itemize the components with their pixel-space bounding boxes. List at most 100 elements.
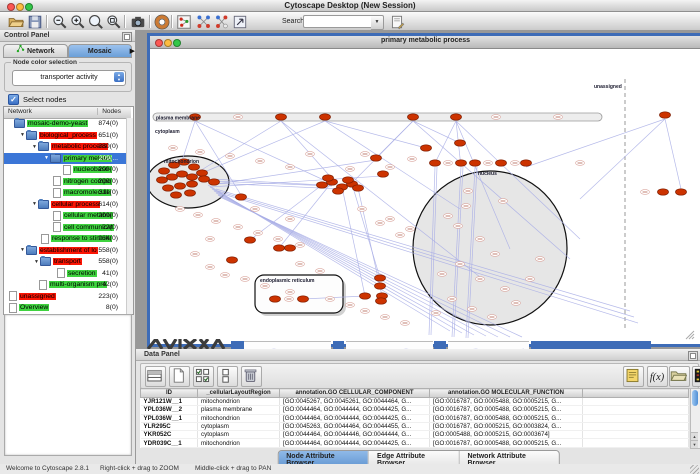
- network-node[interactable]: [175, 183, 186, 189]
- network-node[interactable]: [274, 245, 285, 251]
- network-node[interactable]: [470, 160, 481, 166]
- network-node[interactable]: [408, 114, 419, 120]
- network-node[interactable]: [187, 181, 198, 187]
- tab-network[interactable]: Network: [3, 44, 68, 58]
- expand-arrow-icon[interactable]: ▼: [20, 247, 25, 253]
- zoom-selected-icon[interactable]: [88, 14, 104, 30]
- network-node[interactable]: [333, 188, 344, 194]
- float-panel-icon[interactable]: [688, 351, 698, 361]
- table-scrollbar[interactable]: ▲ ▼: [690, 388, 700, 449]
- table-column-header[interactable]: annotation.GO MOLECULAR_FUNCTION: [430, 389, 583, 398]
- tree-row[interactable]: ▼transport558(0): [4, 256, 126, 268]
- save-session-icon[interactable]: [27, 14, 43, 30]
- select-attributes-icon[interactable]: [193, 366, 214, 387]
- tree-row[interactable]: response to stimulu264(0): [4, 233, 126, 245]
- network-node[interactable]: [317, 182, 328, 188]
- open-session-icon[interactable]: [8, 14, 24, 30]
- expand-arrow-icon[interactable]: ▼: [32, 144, 37, 150]
- table-column-header[interactable]: _cellularLayoutRegion: [198, 389, 280, 398]
- table-row[interactable]: YPL036W__2plasma membrane[GO:0044464, GO…: [141, 406, 689, 414]
- network-node[interactable]: [376, 298, 387, 304]
- tree-column-network[interactable]: Network: [8, 108, 32, 115]
- function-builder-icon[interactable]: f(x): [647, 366, 668, 387]
- search-input[interactable]: [303, 15, 373, 28]
- network-node[interactable]: [298, 296, 309, 302]
- network-node[interactable]: [171, 192, 182, 198]
- network-node[interactable]: [496, 160, 507, 166]
- network-node[interactable]: [159, 168, 170, 174]
- network-node[interactable]: [227, 257, 238, 263]
- network-node[interactable]: [236, 194, 247, 200]
- unselect-attributes-icon[interactable]: [217, 366, 238, 387]
- scroll-down-arrow[interactable]: ▼: [691, 440, 698, 448]
- network-node[interactable]: [157, 177, 168, 183]
- canvas-resize-grip[interactable]: [686, 331, 694, 339]
- tree-row[interactable]: ▼establishment of lo558(0): [4, 245, 126, 257]
- configure-search-icon[interactable]: [389, 14, 405, 30]
- layout-network-icon[interactable]: [196, 14, 212, 30]
- window-resize-grip[interactable]: [690, 465, 699, 474]
- network-node[interactable]: [375, 275, 386, 281]
- network-node[interactable]: [276, 114, 287, 120]
- network-node[interactable]: [375, 283, 386, 289]
- notes-icon[interactable]: [623, 366, 644, 387]
- tree-row[interactable]: macromolecule311(0): [4, 187, 126, 199]
- node-color-dropdown[interactable]: transporter activity ▲▼: [12, 70, 126, 86]
- search-dropdown-arrow[interactable]: ▼: [371, 15, 384, 30]
- select-nodes-checkbox[interactable]: ✓: [8, 94, 19, 105]
- tree-row[interactable]: cell communicat22(0): [4, 222, 126, 234]
- import-attributes-icon[interactable]: [669, 366, 690, 387]
- tab-mosaic[interactable]: Mosaic: [68, 44, 133, 58]
- tree-row[interactable]: mosaic-demo-yeast874(0): [4, 118, 126, 130]
- tree-row[interactable]: multi-organism pro42(0): [4, 279, 126, 291]
- tree-row[interactable]: cellular metabol209(0): [4, 210, 126, 222]
- network-node[interactable]: [177, 171, 188, 177]
- background-window-border[interactable]: [434, 341, 446, 349]
- network-node[interactable]: [360, 293, 371, 299]
- network-node[interactable]: [658, 189, 669, 195]
- table-row[interactable]: YPL036W__1mitochondrion[GO:0044464, GO:0…: [141, 414, 689, 422]
- network-node[interactable]: [456, 160, 467, 166]
- tree-scrollbar[interactable]: [126, 118, 133, 314]
- destroy-network-icon[interactable]: [214, 14, 230, 30]
- network-node[interactable]: [163, 185, 174, 191]
- background-window-border[interactable]: [531, 341, 651, 349]
- network-node[interactable]: [521, 160, 532, 166]
- tree-row[interactable]: nucleobase-209(0): [4, 164, 126, 176]
- network-node[interactable]: [343, 177, 354, 183]
- network-node[interactable]: [199, 176, 210, 182]
- network-node[interactable]: [245, 237, 256, 243]
- attribute-matrix-icon[interactable]: [145, 366, 166, 387]
- network-node[interactable]: [197, 170, 208, 176]
- network-node[interactable]: [209, 179, 220, 185]
- zoom-fit-icon[interactable]: [106, 14, 122, 30]
- network-node[interactable]: [455, 140, 466, 146]
- network-node[interactable]: [270, 296, 281, 302]
- network-canvas[interactable]: plasma membranecytoplasmmitochondrionnuc…: [150, 49, 695, 341]
- network-node[interactable]: [167, 174, 178, 180]
- tab-overflow-arrow[interactable]: ▶: [130, 47, 135, 55]
- tree-row[interactable]: ▼biological_process651(0): [4, 130, 126, 142]
- float-panel-icon[interactable]: [122, 32, 132, 42]
- zoom-in-icon[interactable]: [70, 14, 86, 30]
- tree-column-nodes[interactable]: Nodes: [97, 108, 121, 115]
- table-row[interactable]: YJR121W__1mitochondrion[GO:0045267, GO:0…: [141, 398, 689, 406]
- table-row[interactable]: YLR295Ccytoplasm[GO:0045263, GO:0044464,…: [141, 422, 689, 430]
- create-attribute-icon[interactable]: [169, 366, 190, 387]
- network-node[interactable]: [676, 189, 687, 195]
- network-node[interactable]: [451, 114, 462, 120]
- help-icon[interactable]: [154, 14, 170, 30]
- delete-attribute-icon[interactable]: [241, 366, 262, 387]
- network-node[interactable]: [421, 145, 432, 151]
- network-overview-icon[interactable]: [176, 14, 192, 30]
- tree-row[interactable]: unassigned223(0): [4, 291, 126, 303]
- network-node[interactable]: [323, 175, 334, 181]
- expand-arrow-icon[interactable]: ▼: [34, 259, 39, 265]
- tree-row[interactable]: Overview8(0): [4, 302, 126, 314]
- network-node[interactable]: [353, 185, 364, 191]
- tree-row[interactable]: nitrogen compo209(0): [4, 176, 126, 188]
- zoom-out-icon[interactable]: [52, 14, 68, 30]
- network-node[interactable]: [320, 114, 331, 120]
- tree-row[interactable]: ▼metabolic process280(0): [4, 141, 126, 153]
- expand-arrow-icon[interactable]: ▼: [44, 155, 49, 161]
